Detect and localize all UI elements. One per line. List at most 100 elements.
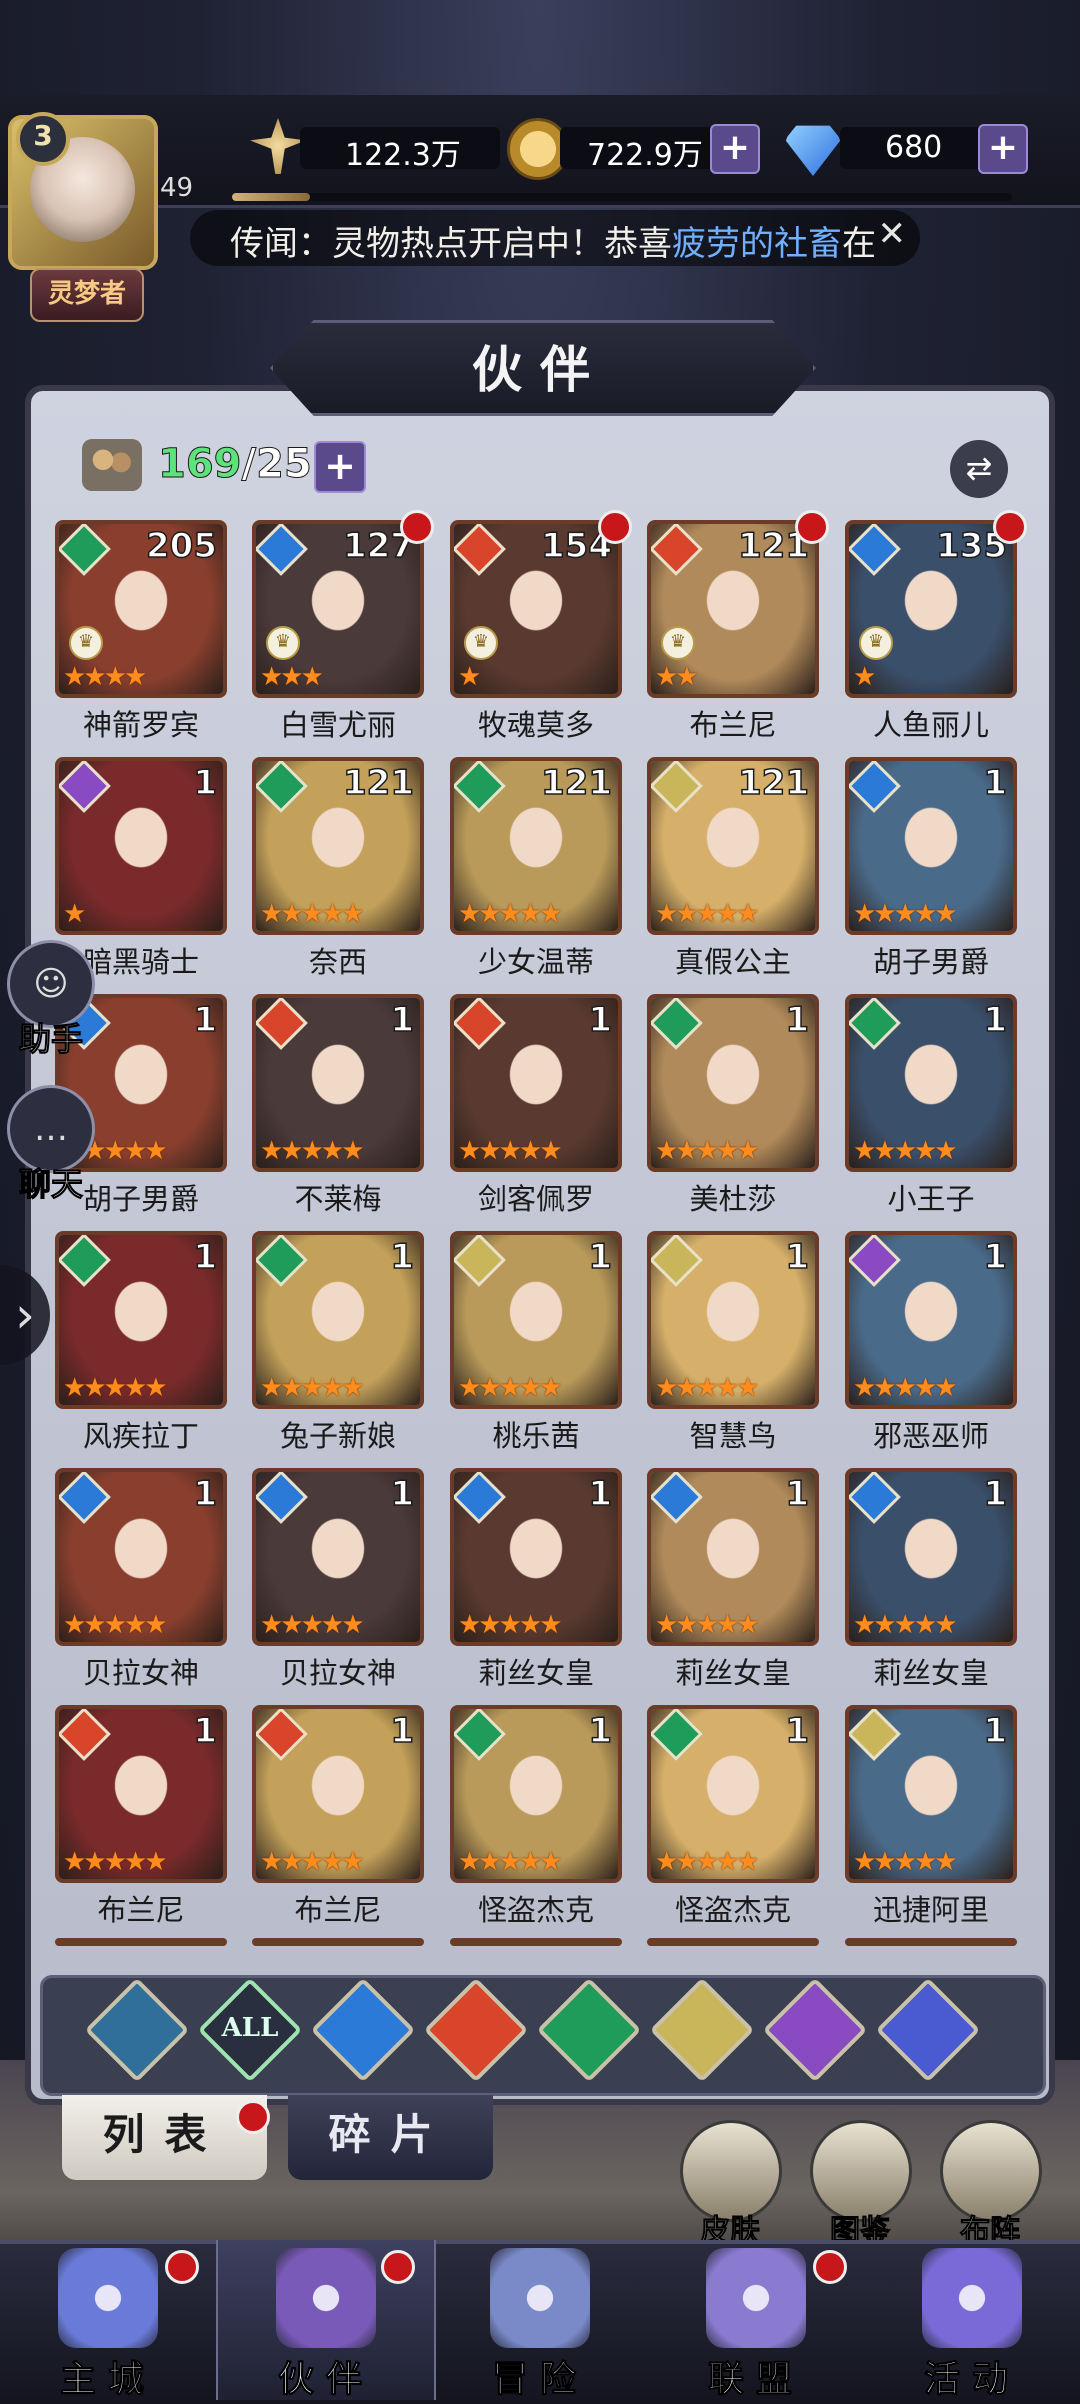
notification-dot bbox=[165, 2250, 199, 2284]
partner-name: 真假公主 bbox=[674, 945, 791, 979]
partner-card[interactable]: 121 ★★★★★ bbox=[647, 757, 819, 935]
add-gold-button[interactable]: + bbox=[710, 124, 760, 174]
partner-level: 121 bbox=[342, 762, 414, 804]
partner-card-partial[interactable] bbox=[252, 1938, 424, 1946]
star-rating: ★★★★★ bbox=[655, 899, 760, 929]
news-ticker[interactable]: 传闻：灵物热点开启中！恭喜疲劳的社畜在 ✕ bbox=[190, 210, 920, 266]
partner-card-partial[interactable] bbox=[450, 1938, 622, 1946]
partner-name: 布兰尼 bbox=[689, 708, 777, 742]
nav-label: 联盟 bbox=[707, 2359, 804, 2401]
partner-name: 牧魂莫多 bbox=[477, 708, 594, 742]
partner-card[interactable]: 1 ★★★★★ bbox=[450, 1705, 622, 1883]
close-icon[interactable]: ✕ bbox=[878, 214, 907, 254]
notification-dot bbox=[795, 510, 829, 544]
partner-level: 1 bbox=[983, 1473, 1008, 1515]
partner-card[interactable]: 121 ★★★★★ bbox=[450, 757, 622, 935]
assistant-label: 助手 bbox=[18, 1020, 83, 1059]
assistant-button[interactable]: ☺ 助手 bbox=[6, 940, 96, 1060]
partner-name: 邪恶巫师 bbox=[872, 1419, 989, 1453]
player-title-badge[interactable]: 灵梦者 bbox=[30, 268, 144, 322]
crown-icon: ♛ bbox=[464, 626, 498, 660]
star-rating: ★★★★★ bbox=[458, 1610, 563, 1640]
crown-icon: ♛ bbox=[69, 626, 103, 660]
panel-title: 伙伴 bbox=[472, 341, 608, 399]
partner-card[interactable]: 1 ★★★★★ bbox=[252, 1231, 424, 1409]
partner-card[interactable]: 1 ★★★★★ bbox=[55, 1705, 227, 1883]
partner-card[interactable]: 135 ♛ ★ bbox=[845, 520, 1017, 698]
partner-card[interactable]: 1 ★★★★★ bbox=[845, 757, 1017, 935]
diamond-resource: 680 + bbox=[785, 122, 1035, 176]
notification-dot bbox=[993, 510, 1027, 544]
partner-card[interactable]: 1 ★★★★★ bbox=[845, 1231, 1017, 1409]
codex-button[interactable]: 图鉴 bbox=[810, 2120, 912, 2250]
partner-card[interactable]: 1 ★★★★★ bbox=[450, 1468, 622, 1646]
gold-value: 722.9万 bbox=[587, 138, 703, 173]
partner-card[interactable]: 1 ★★★★★ bbox=[252, 1705, 424, 1883]
partner-card[interactable]: 1 ★★★★★ bbox=[647, 1468, 819, 1646]
castle-icon bbox=[58, 2248, 158, 2348]
star-rating: ★★★★★ bbox=[458, 899, 563, 929]
partner-name: 贝拉女神 bbox=[279, 1656, 396, 1690]
tab-shards[interactable]: 碎片 bbox=[288, 2095, 493, 2180]
star-rating: ★★ bbox=[655, 662, 699, 692]
formation-button[interactable]: 布阵 bbox=[940, 2120, 1042, 2250]
partner-card-partial[interactable] bbox=[55, 1938, 227, 1946]
tab-list-notification-dot bbox=[236, 2100, 270, 2134]
partner-level: 1 bbox=[588, 1473, 613, 1515]
partner-card[interactable]: 1 ★★★★★ bbox=[55, 1468, 227, 1646]
skin-button[interactable]: 皮肤 bbox=[680, 2120, 782, 2250]
star-rating: ★★★★★ bbox=[63, 1847, 168, 1877]
partner-card[interactable]: 1 ★★★★★ bbox=[845, 1705, 1017, 1883]
filter-all-label: ALL bbox=[221, 2013, 279, 2043]
nav-2[interactable]: 冒险 bbox=[432, 2240, 648, 2401]
star-rating: ★★★★★ bbox=[853, 1610, 958, 1640]
partner-level: 1 bbox=[390, 1236, 415, 1278]
partner-card[interactable]: 205 ♛ ★★★★ bbox=[55, 520, 227, 698]
star-rating: ★★★★★ bbox=[458, 1136, 563, 1166]
partner-name: 兔子新娘 bbox=[279, 1419, 396, 1453]
partner-card[interactable]: 154 ♛ ★ bbox=[450, 520, 622, 698]
sort-toggle-button[interactable]: ⇄ bbox=[950, 440, 1008, 498]
partner-level: 1 bbox=[193, 999, 218, 1041]
gold-resource: 722.9万 + bbox=[505, 118, 785, 180]
partner-card[interactable]: 121 ♛ ★★ bbox=[647, 520, 819, 698]
partner-card[interactable]: 1 ★★★★★ bbox=[845, 1468, 1017, 1646]
add-diamond-button[interactable]: + bbox=[978, 124, 1028, 174]
partner-card[interactable]: 1 ★★★★★ bbox=[845, 994, 1017, 1172]
partner-level: 1 bbox=[390, 1710, 415, 1752]
partner-name: 布兰尼 bbox=[294, 1893, 382, 1927]
partners-icon bbox=[82, 439, 142, 491]
partner-card[interactable]: 1 ★★★★★ bbox=[647, 994, 819, 1172]
partner-card-partial[interactable] bbox=[845, 1938, 1017, 1946]
nav-4[interactable]: 活动 bbox=[864, 2240, 1080, 2401]
partner-card[interactable]: 1 ★★★★★ bbox=[450, 1231, 622, 1409]
partner-name: 迅捷阿里 bbox=[872, 1893, 989, 1927]
star-rating: ★★★★★ bbox=[63, 1373, 168, 1403]
partner-level: 1 bbox=[193, 1710, 218, 1752]
tab-list[interactable]: 列表 bbox=[62, 2095, 267, 2180]
xp-bar bbox=[232, 193, 1012, 201]
partner-card[interactable]: 127 ♛ ★★★ bbox=[252, 520, 424, 698]
partner-name: 智慧鸟 bbox=[689, 1419, 777, 1453]
news-suffix: 在 bbox=[842, 224, 876, 264]
partner-card-partial[interactable] bbox=[647, 1938, 819, 1946]
partner-card[interactable]: 1 ★★★★★ bbox=[647, 1705, 819, 1883]
crown-icon: ♛ bbox=[266, 626, 300, 660]
partner-card[interactable]: 1 ★★★★★ bbox=[252, 1468, 424, 1646]
partner-name: 风疾拉丁 bbox=[82, 1419, 199, 1453]
partner-card[interactable]: 1 ★★★★★ bbox=[450, 994, 622, 1172]
partner-name: 剑客佩罗 bbox=[477, 1182, 594, 1216]
partner-card[interactable]: 121 ★★★★★ bbox=[252, 757, 424, 935]
news-prefix: 传闻：灵物热点开启中！恭喜 bbox=[230, 224, 672, 264]
expand-capacity-button[interactable]: + bbox=[314, 441, 366, 493]
partner-level: 1 bbox=[983, 1236, 1008, 1278]
partner-card[interactable]: 1 ★★★★★ bbox=[647, 1231, 819, 1409]
notification-dot bbox=[813, 2250, 847, 2284]
chat-button[interactable]: … 聊天 bbox=[6, 1085, 96, 1205]
partner-card[interactable]: 1 ★★★★★ bbox=[252, 994, 424, 1172]
partner-card[interactable]: 1 ★★★★★ bbox=[55, 1231, 227, 1409]
star-rating: ★★★★★ bbox=[458, 1373, 563, 1403]
partner-name: 小王子 bbox=[887, 1182, 975, 1216]
star-rating: ★★★★★ bbox=[260, 1373, 365, 1403]
partner-card[interactable]: 1 ★ bbox=[55, 757, 227, 935]
